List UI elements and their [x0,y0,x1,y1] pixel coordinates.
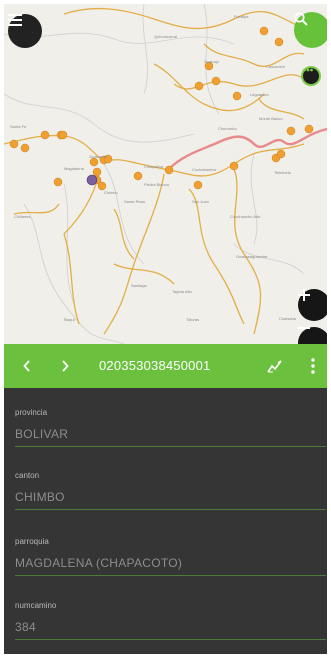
map-label: Chuchancho Alto [230,214,261,219]
field-label: parroquia [15,537,49,546]
map-label: Santiago [131,283,147,288]
field-canton[interactable]: canton CHIMBO [15,471,326,510]
field-value[interactable]: 384 [15,620,326,640]
map-view[interactable]: Pucalpa Guanujo Laguacoto Cascaoshi Sant… [4,4,327,344]
attribute-form: provincia BOLIVAR canton CHIMBO parroqui… [4,388,327,654]
plus-icon [298,289,310,301]
field-provincia[interactable]: provincia BOLIVAR [15,408,326,447]
map-label: Chillanes [14,214,31,219]
map-label: Cochabamba [192,167,216,172]
minus-icon [298,327,310,329]
more-options-button[interactable] [303,344,323,388]
feature-id-title: 020353038450001 [99,358,211,373]
map-label: Telimbela [274,170,291,175]
field-numcamino[interactable]: numcamino 384 [15,601,326,640]
map-label: Cascaoshi [266,64,285,69]
feature-toolbar: 020353038450001 [4,344,327,388]
field-label: canton [15,471,40,480]
map-label: Chaquisha [144,164,164,169]
map-label: Pucalpa [234,14,249,19]
chevron-right-icon [62,360,69,372]
map-label: Laguacoto [250,92,269,97]
chat-button[interactable] [301,66,321,86]
map-label: Santa Fe [10,124,27,129]
menu-icon [8,14,22,26]
map-label: Magdalena [64,166,84,171]
map-label: Piedra Blanca [144,182,169,187]
map-label: Santa Rosa [124,199,145,204]
search-button[interactable] [294,12,327,48]
map-label: Quinuacorral [154,34,177,39]
field-label: provincia [15,408,48,417]
map-label: San Juan [192,199,209,204]
map-label: Chimbo [104,190,118,195]
map-label: Chalsana [279,316,296,321]
map-label: Ñaqui [64,317,75,322]
field-value[interactable]: MAGDALENA (CHAPACOTO) [15,556,326,576]
more-vertical-icon [311,358,315,374]
field-parroquia[interactable]: parroquia MAGDALENA (CHAPACOTO) [15,537,326,576]
field-value[interactable]: BOLIVAR [15,427,326,447]
edit-icon [267,360,282,373]
previous-button[interactable] [14,344,40,388]
map-label: Tagma Alto [172,289,192,294]
app-frame: Pucalpa Guanujo Laguacoto Cascaoshi Sant… [4,4,327,654]
search-icon [294,12,308,26]
map-label: Guacasaguanche [236,254,268,259]
edit-button[interactable] [261,344,289,388]
map-label: Totoras [186,317,200,322]
next-button[interactable] [52,344,78,388]
map-label: Churumbo [218,126,237,131]
zoom-in-button[interactable] [298,289,327,321]
chat-icon [303,68,313,72]
map-label: Guanujo [204,59,220,64]
menu-button[interactable] [8,14,42,48]
chevron-left-icon [23,360,30,372]
field-label: numcamino [15,601,57,610]
map-label: Monte Bauco [259,116,283,121]
map-label: Guaranda [89,154,107,159]
field-value[interactable]: CHIMBO [15,490,326,510]
